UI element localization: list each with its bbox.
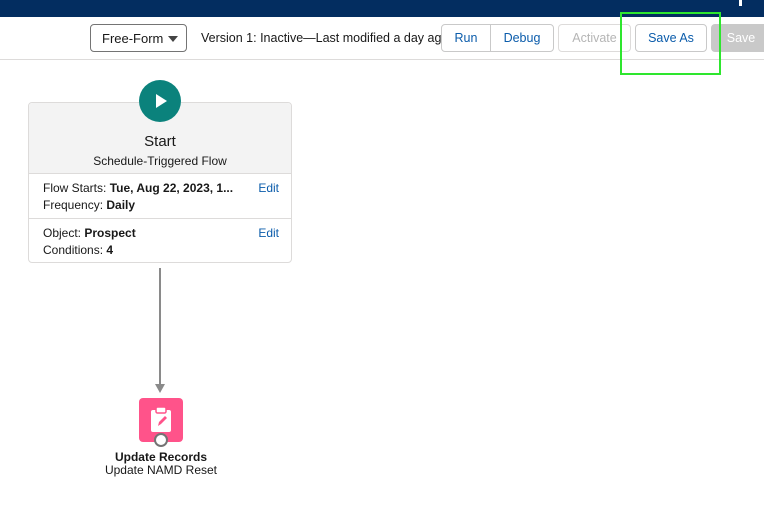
object-value: Prospect [84, 226, 136, 240]
connector-endpoint[interactable] [154, 433, 168, 447]
flow-schedule-section: Flow Starts: Tue, Aug 22, 2023, 1... Fre… [29, 174, 291, 219]
conditions-value: 4 [106, 243, 114, 257]
object-conditions-section: Object: Prospect Conditions: 4 Edit [29, 219, 291, 264]
edit-schedule-link[interactable]: Edit [258, 181, 279, 195]
object-row: Object: Prospect [43, 226, 136, 240]
object-label: Object: [43, 226, 82, 240]
run-button[interactable]: Run [441, 24, 491, 52]
update-records-subtitle: Update NAMD Reset [104, 463, 218, 477]
flow-connector-line[interactable] [159, 268, 161, 386]
flow-starts-row: Flow Starts: Tue, Aug 22, 2023, 1... [43, 181, 233, 195]
frequency-value: Daily [106, 198, 136, 212]
chevron-down-icon [168, 36, 178, 42]
debug-button[interactable]: Debug [490, 24, 554, 52]
start-node-card[interactable]: Start Schedule-Triggered Flow Flow Start… [28, 102, 292, 263]
play-icon-glyph [156, 94, 167, 108]
activate-button[interactable]: Activate [558, 24, 631, 52]
frequency-row: Frequency: Daily [43, 198, 135, 212]
flow-toolbar: Free-Form Version 1: Inactive—Last modif… [0, 17, 764, 60]
version-status-text: Version 1: Inactive—Last modified a day … [201, 31, 449, 45]
conditions-label: Conditions: [43, 243, 104, 257]
frequency-label: Frequency: [43, 198, 104, 212]
flow-starts-label: Flow Starts: [43, 181, 107, 195]
save-button[interactable]: Save [711, 24, 764, 52]
arrow-down-icon [155, 384, 165, 393]
header-edge-icon [739, 0, 742, 6]
start-node-title: Start [144, 133, 176, 150]
play-icon[interactable] [139, 80, 181, 122]
canvas-layout-value: Free-Form [102, 30, 164, 46]
start-node-subtitle: Schedule-Triggered Flow [93, 154, 227, 168]
flow-starts-value: Tue, Aug 22, 2023, 1... [109, 181, 234, 195]
global-header [0, 0, 764, 17]
canvas-layout-select[interactable]: Free-Form [90, 24, 187, 52]
conditions-row: Conditions: 4 [43, 243, 113, 257]
edit-object-link[interactable]: Edit [258, 226, 279, 240]
update-records-title: Update Records [114, 450, 208, 464]
save-as-button[interactable]: Save As [635, 24, 707, 52]
clipboard-edit-glyph [151, 406, 171, 432]
